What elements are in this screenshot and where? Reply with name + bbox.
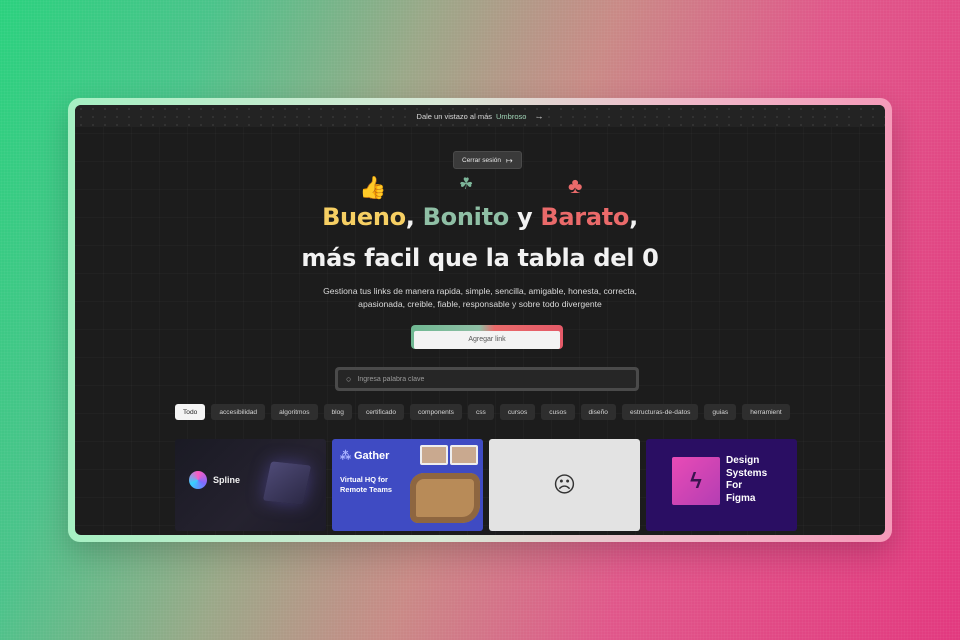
- sad-face-icon: ☹: [553, 472, 576, 497]
- thumbs-up-icon: 👍: [359, 175, 387, 200]
- clover-icon: ☘: [459, 176, 474, 193]
- logout-label: Cerrar sesión: [462, 156, 502, 164]
- card-title-line: Figma: [726, 492, 756, 504]
- tag-diseno[interactable]: diseño: [580, 404, 616, 420]
- card-title: Design Systems For Figma: [726, 455, 767, 505]
- promo-banner[interactable]: Dale un vistazo al más Umbroso →: [75, 105, 885, 127]
- add-link-wrapper: Agregar link: [411, 325, 563, 349]
- tag-accesibilidad[interactable]: accesibilidad: [211, 404, 266, 420]
- link-card-spline[interactable]: Spline: [175, 439, 326, 531]
- spline-logo-icon: [189, 471, 207, 489]
- gather-logo: ⁂ Gather: [340, 449, 389, 462]
- search-field[interactable]: ○: [338, 370, 636, 388]
- link-card-no-preview[interactable]: ☹: [489, 439, 640, 531]
- hero-word-barato: Barato: [540, 203, 630, 231]
- tag-components[interactable]: components: [410, 404, 462, 420]
- card-title-line: Systems: [726, 467, 768, 479]
- tag-blog[interactable]: blog: [323, 404, 352, 420]
- hero-sep-1: ,: [405, 203, 423, 231]
- hero-title: Bueno, Bonito y Barato,: [75, 203, 885, 231]
- card-tagline-line: Virtual HQ for: [340, 475, 388, 484]
- arrow-right-icon[interactable]: →: [534, 111, 543, 121]
- search-icon: ○: [346, 374, 352, 384]
- link-card-gather[interactable]: ⁂ Gather Virtual HQ for Remote Teams: [332, 439, 483, 531]
- hero-subtitle: Gestiona tus links de manera rapida, sim…: [323, 286, 637, 309]
- avatar: [420, 445, 448, 465]
- app-screen: Dale un vistazo al más Umbroso → Cerrar …: [75, 105, 885, 535]
- tag-cusos[interactable]: cusos: [541, 404, 575, 420]
- card-tagline: Virtual HQ for Remote Teams: [340, 475, 392, 495]
- hero-sep-2: y: [508, 203, 541, 231]
- gather-icon: ⁂: [340, 450, 351, 462]
- link-cards: Spline ⁂ Gather Virtual HQ for Remote Tea…: [175, 439, 797, 531]
- tag-filter-bar: Todo accesibilidad algoritmos blog certi…: [175, 404, 807, 422]
- tag-cursos[interactable]: cursos: [499, 404, 536, 420]
- card-title-line: For: [726, 480, 743, 491]
- tag-estructuras-de-datos[interactable]: estructuras-de-datos: [621, 404, 699, 420]
- hero-title-line2: más facil que la tabla del 0: [301, 244, 659, 272]
- map-illustration: [410, 473, 480, 523]
- search-input[interactable]: [357, 375, 598, 383]
- lightning-icon: ϟ: [672, 457, 720, 505]
- tag-certificado[interactable]: certificado: [357, 404, 405, 420]
- hero-word-bueno: Bueno: [322, 203, 406, 231]
- cube-illustration: [262, 461, 312, 505]
- lightning-glyph: ϟ: [690, 468, 702, 493]
- logout-button[interactable]: Cerrar sesión ↦: [453, 151, 522, 169]
- link-card-design-systems[interactable]: ϟ Design Systems For Figma: [646, 439, 797, 531]
- browser-frame: Dale un vistazo al más Umbroso → Cerrar …: [68, 98, 892, 542]
- card-title: Gather: [354, 450, 390, 462]
- promo-text: Dale un vistazo al más: [416, 111, 492, 121]
- tag-css[interactable]: css: [467, 404, 494, 420]
- promo-brand[interactable]: Umbroso: [496, 112, 526, 121]
- tag-todo[interactable]: Todo: [175, 404, 206, 420]
- card-title-line: Design: [726, 455, 760, 466]
- avatar: [450, 445, 478, 465]
- card-tagline-line: Remote Teams: [340, 485, 393, 494]
- hero-sep-3: ,: [629, 203, 638, 231]
- search-box: ○: [335, 367, 639, 391]
- tag-guias[interactable]: guias: [704, 404, 737, 420]
- add-link-button[interactable]: Agregar link: [414, 330, 560, 349]
- card-title: Spline: [213, 475, 241, 485]
- logout-icon: ↦: [506, 155, 513, 165]
- hero-word-bonito: Bonito: [422, 203, 510, 231]
- tag-algoritmos[interactable]: algoritmos: [271, 404, 318, 420]
- club-icon: ♣: [568, 173, 583, 198]
- tag-herramientas[interactable]: herramient: [742, 404, 790, 420]
